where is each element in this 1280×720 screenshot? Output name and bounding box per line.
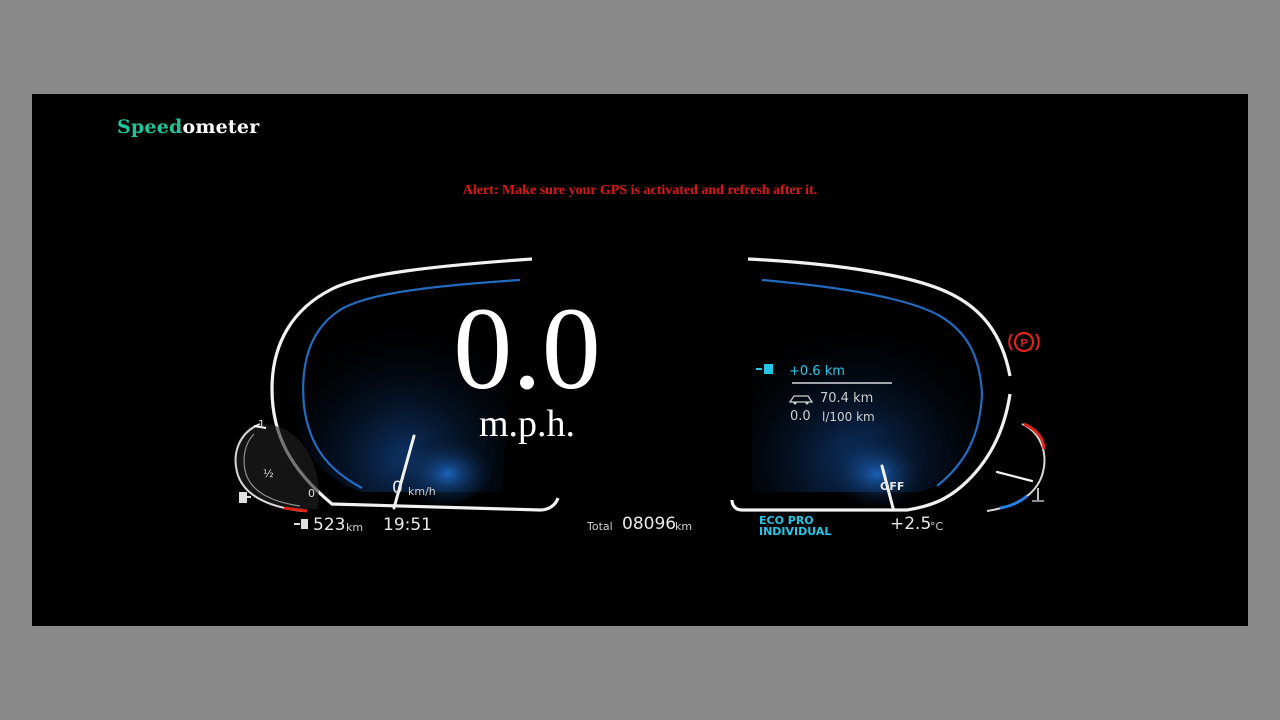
fuel-full-mark: 1	[258, 418, 265, 431]
eco-mode-line2: INDIVIDUAL	[759, 525, 832, 538]
fuel-range-value: 523	[313, 515, 346, 535]
outside-temperature-unit: °C	[930, 520, 944, 533]
outside-temperature-value: +2.5	[890, 514, 932, 534]
speedometer-page: Speedometer Alert: Make sure your GPS is…	[32, 94, 1248, 626]
odometer-unit: km	[675, 520, 693, 533]
parking-brake-label: P	[1020, 338, 1027, 350]
clock: 19:51	[383, 515, 432, 535]
range-fuel-icon	[294, 519, 308, 529]
speed-unit: m.p.h.	[478, 403, 576, 445]
consumption-value: 0.0	[790, 409, 811, 424]
instrument-cluster: P	[234, 257, 1046, 529]
odometer-label: Total	[587, 520, 613, 533]
speed-value: 0.0	[453, 283, 601, 414]
odometer-value: 08096	[622, 514, 677, 534]
fuel-empty-mark: 0	[308, 487, 315, 500]
right-gauge-off-label: OFF	[880, 480, 905, 493]
consumption-unit: l/100 km	[822, 410, 875, 424]
needle-speed-unit: km/h	[408, 485, 436, 498]
fuel-half-mark: ½	[263, 467, 274, 480]
coolant-gauge	[986, 422, 1046, 512]
coolant-needle	[995, 470, 1034, 483]
trip-distance: 70.4 km	[820, 391, 874, 406]
eco-bonus-range: +0.6 km	[789, 364, 845, 379]
coolant-cold-mark	[999, 494, 1028, 510]
fuel-pump-icon	[239, 492, 251, 503]
needle-speed-value: 0	[392, 478, 403, 498]
fuel-range-unit: km	[346, 521, 364, 534]
right-dial	[730, 257, 1012, 512]
